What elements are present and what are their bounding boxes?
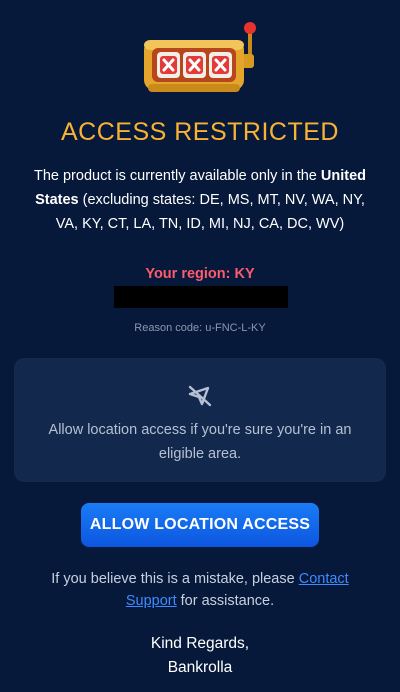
reason-code: Reason code: u-FNC-L-KY [134,322,266,334]
availability-description: The product is currently available only … [22,164,378,236]
sign-off-greeting: Kind Regards, [150,635,250,652]
help-prefix: If you believe this is a mistake, please [51,571,295,587]
redacted-block [114,286,288,308]
restricted-page: ACCESS RESTRICTED The product is current… [0,0,400,692]
page-title: ACCESS RESTRICTED [61,118,339,146]
help-text: If you believe this is a mistake, please… [24,568,376,612]
location-message: Allow location access if you're sure you… [48,422,352,462]
sign-off-brand: Bankrolla [167,659,233,676]
availability-exclusions: (excluding states: DE, MS, MT, NV, WA, N… [55,192,365,232]
region-label: Your region: KY [145,266,255,282]
slot-machine-icon [144,22,256,92]
help-suffix: for assistance. [180,593,275,609]
location-off-icon [188,385,212,407]
location-card: Allow location access if you're sure you… [14,358,386,482]
allow-location-button[interactable]: ALLOW LOCATION ACCESS [81,503,319,547]
sign-off: Kind Regards, Bankrolla [0,632,400,680]
availability-prefix: The product is currently available only … [33,168,317,184]
